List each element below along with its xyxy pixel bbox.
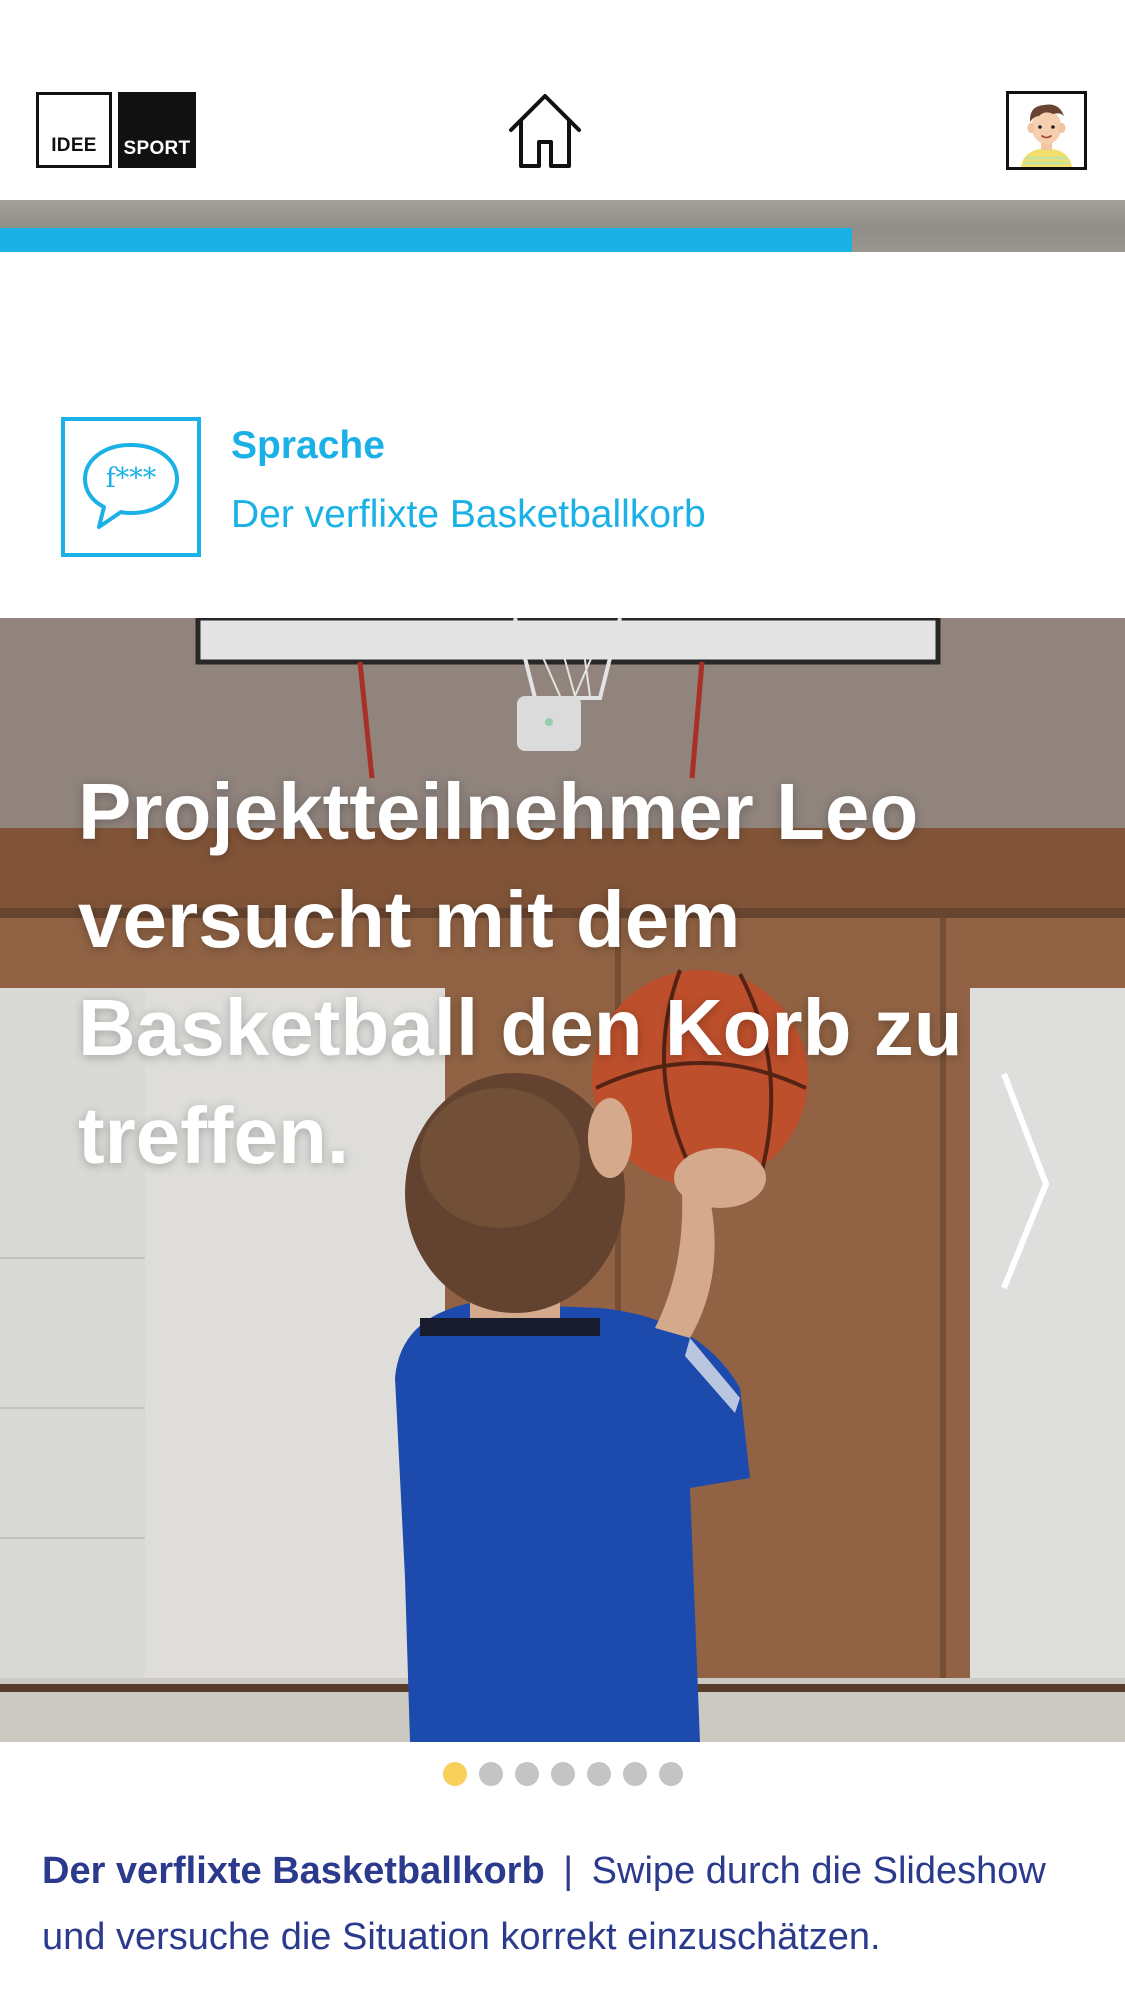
slide-description: Der verflixte Basketballkorb | Swipe dur…	[42, 1838, 1102, 1970]
pagination-dot[interactable]	[442, 1762, 467, 1786]
pagination-dot[interactable]	[622, 1762, 647, 1786]
avatar-boy-icon	[1009, 94, 1084, 167]
home-icon	[509, 94, 581, 168]
category-subtitle: Der verflixte Basketballkorb	[231, 493, 706, 536]
speech-bubble-icon: f***	[61, 417, 201, 557]
speech-bubble-text: f***	[106, 463, 157, 494]
app-header: IDEE SPORT	[0, 0, 1125, 200]
idee-sport-logo[interactable]: IDEE SPORT	[36, 92, 196, 168]
description-title: Der verflixte Basketballkorb	[42, 1850, 545, 1892]
home-button[interactable]	[505, 90, 585, 170]
user-avatar[interactable]	[1006, 91, 1087, 170]
slide-pagination	[0, 1762, 1125, 1788]
pagination-dot[interactable]	[550, 1762, 575, 1786]
logo-idee: IDEE	[36, 92, 112, 168]
chevron-right-icon	[1001, 1072, 1050, 1290]
pagination-dot[interactable]	[478, 1762, 503, 1786]
pagination-dot[interactable]	[658, 1762, 683, 1786]
pagination-dot[interactable]	[514, 1762, 539, 1786]
logo-sport: SPORT	[118, 92, 196, 168]
slide-caption: Projektteilnehmer Leo versucht mit dem B…	[78, 767, 963, 1180]
progress-bar	[0, 228, 852, 252]
description-separator: |	[563, 1850, 574, 1892]
category-title: Sprache	[231, 424, 385, 467]
slideshow[interactable]: Projektteilnehmer Leo versucht mit dem B…	[0, 618, 1125, 1742]
pagination-dot[interactable]	[586, 1762, 611, 1786]
next-slide-button[interactable]	[990, 1066, 1060, 1296]
